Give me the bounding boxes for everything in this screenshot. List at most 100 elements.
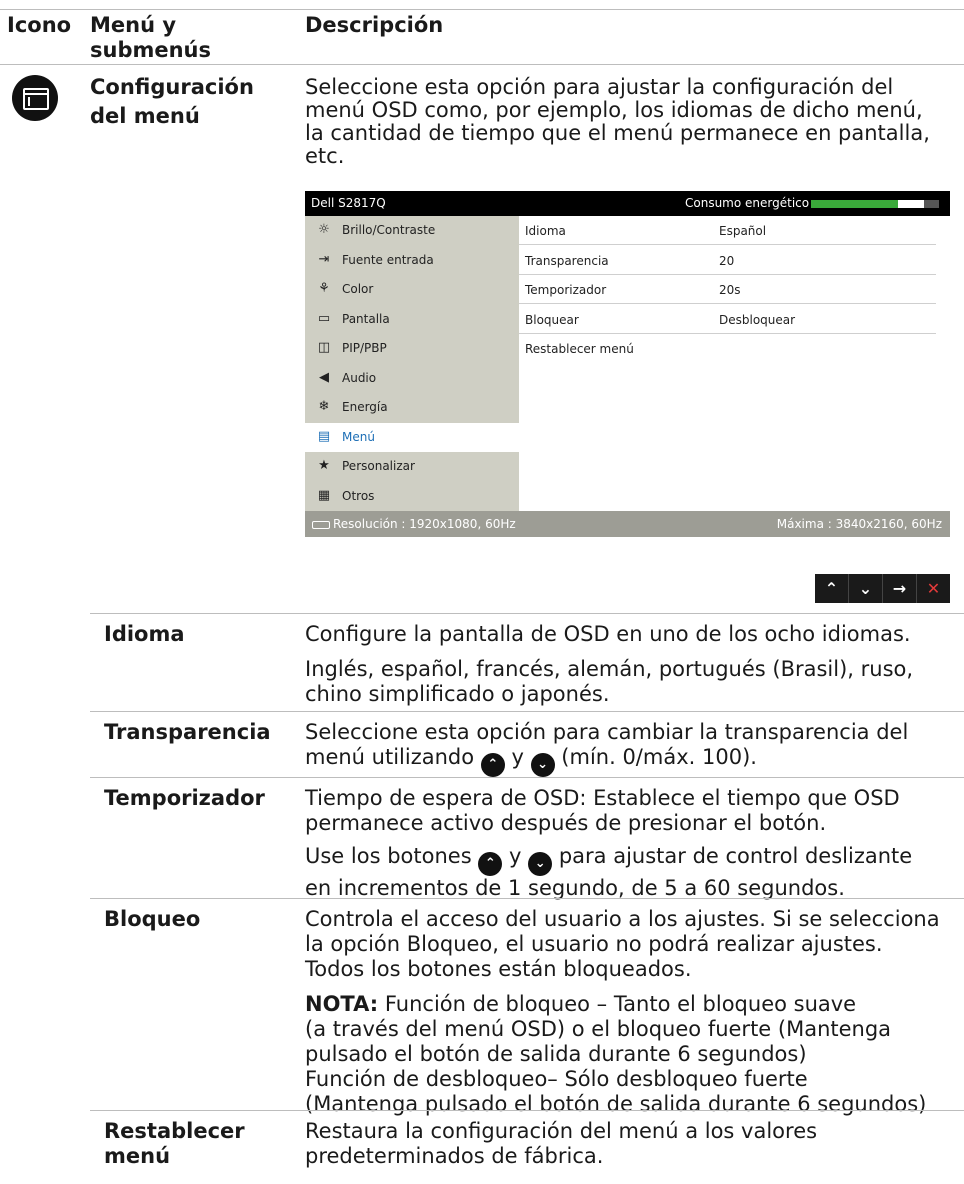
osd-title-bar: Dell S2817Q Consumo energético	[305, 191, 950, 216]
bloqueo-line3: Todos los botones están bloqueados.	[305, 957, 692, 981]
osd-menu-label: Personalizar	[342, 459, 415, 473]
bloqueo-note-line1: NOTA: Función de bloqueo – Tanto el bloq…	[305, 992, 940, 1017]
osd-menu-label: Otros	[342, 488, 375, 503]
osd-menu-label: Audio	[342, 370, 377, 385]
menu-icon: ▤	[317, 428, 331, 444]
col-header-menu-line2: submenús	[90, 38, 212, 62]
osd-menu-list: ☼ Brillo/Contraste ⇥ Fuente entrada ⚘ Color ▭ P…	[305, 216, 519, 511]
osd-menu-label: Brillo/Contraste	[342, 223, 436, 237]
osd-setting-key: Restablecer menú	[525, 342, 634, 356]
main-description: Seleccione esta opción para ajustar la c…	[305, 76, 930, 168]
power-consumption-bar	[811, 200, 939, 208]
brightness-icon: ☼	[318, 222, 330, 237]
osd-menu-item[interactable]: ❄ Energía	[305, 393, 519, 422]
temporizador-line3b: y	[509, 844, 522, 868]
osd-menu-item[interactable]: ⇥ Fuente entrada	[305, 246, 519, 275]
osd-setting-row[interactable]: Idioma Español	[519, 216, 936, 245]
star-icon: ★	[318, 458, 330, 473]
restablecer-line2: predeterminados de fábrica.	[305, 1144, 604, 1168]
osd-menu-item[interactable]: ◫ PIP/PBP	[305, 334, 519, 363]
bloqueo-note-line5: (Mantenga pulsado el botón de salida dur…	[305, 1092, 927, 1116]
restablecer-label-line2: menú	[104, 1144, 171, 1168]
right-arrow-icon[interactable]: →	[883, 574, 917, 603]
row-label-restablecer: Restablecer menú	[104, 1119, 245, 1169]
audio-icon: ◀	[319, 369, 329, 385]
osd-setting-row[interactable]: Transparencia 20	[519, 246, 936, 275]
idioma-line1: Configure la pantalla de OSD en uno de l…	[305, 622, 911, 646]
bloqueo-line2: la opción Bloqueo, el usuario no podrá r…	[305, 932, 883, 956]
row-rule-bloqueo	[90, 898, 964, 899]
temporizador-line3: Use los botones ⌃ y ⌄ para ajustar de co…	[305, 844, 912, 876]
display-icon: ▭	[317, 310, 331, 326]
row-label-bloqueo: Bloqueo	[104, 907, 201, 931]
osd-setting-key: Idioma	[525, 224, 566, 238]
row-label-transparencia: Transparencia	[104, 720, 271, 744]
transparencia-line2: menú utilizando ⌃ y ⌄ (mín. 0/máx. 100).	[305, 745, 908, 777]
note-text1: Función de bloqueo – Tanto el bloqueo su…	[384, 992, 857, 1016]
menu-config-icon	[12, 75, 58, 121]
color-icon: ⚘	[318, 281, 330, 296]
connector-icon	[312, 521, 330, 529]
temporizador-line3a: Use los botones	[305, 844, 472, 868]
energy-icon: ❄	[318, 399, 330, 414]
osd-setting-key: Temporizador	[525, 283, 607, 297]
osd-menu-item[interactable]: ◀ Audio	[305, 364, 519, 393]
close-icon[interactable]: ✕	[917, 574, 950, 603]
up-circle-icon: ⌃	[478, 852, 503, 876]
osd-menu-item[interactable]: ▭ Pantalla	[305, 305, 519, 334]
osd-resolution: Resolución : 1920x1080, 60Hz	[333, 517, 516, 531]
row-rule-temporizador	[90, 777, 964, 778]
bloqueo-line1: Controla el acceso del usuario a los aju…	[305, 907, 940, 931]
transparencia-line1: Seleccione esta opción para cambiar la t…	[305, 720, 909, 744]
top-rule	[0, 9, 964, 10]
osd-menu-label: Menú	[342, 429, 375, 444]
osd-max-resolution: Máxima : 3840x2160, 60Hz	[776, 517, 942, 531]
temporizador-line3c: para ajustar de control deslizante	[558, 844, 913, 868]
osd-footer: Resolución : 1920x1080, 60Hz Máxima : 38…	[305, 511, 950, 537]
main-desc-line4: etc.	[305, 144, 345, 168]
osd-button-strip: ⌃ ⌄ → ✕	[815, 574, 950, 603]
transparencia-line2a: menú utilizando	[305, 745, 475, 769]
row-desc-bloqueo: Controla el acceso del usuario a los aju…	[305, 907, 940, 1117]
osd-menu-item[interactable]: ▤ Menú	[305, 422, 519, 452]
osd-model: Dell S2817Q	[311, 196, 386, 210]
temporizador-line1: Tiempo de espera de OSD: Establece el ti…	[305, 786, 900, 810]
up-icon[interactable]: ⌃	[815, 574, 849, 603]
osd-settings-panel: Idioma Español Transparencia 20 Temporizador…	[519, 216, 950, 511]
osd-setting-row[interactable]: Bloquear Desbloquear	[519, 305, 936, 334]
row-desc-temporizador: Tiempo de espera de OSD: Establece el ti…	[305, 786, 912, 901]
transparencia-line2c: (mín. 0/máx. 100).	[561, 745, 757, 769]
osd-setting-value: 20s	[719, 283, 741, 297]
osd-menu-item[interactable]: ☼ Brillo/Contraste	[305, 216, 519, 245]
down-circle-icon: ⌄	[530, 753, 555, 777]
osd-setting-value: 20	[719, 253, 735, 268]
row-desc-restablecer: Restaura la configuración del menú a los…	[305, 1119, 817, 1169]
osd-setting-row[interactable]: Temporizador 20s	[519, 275, 936, 304]
main-desc-line3: la cantidad de tiempo que el menú perman…	[305, 121, 930, 145]
header-rule	[0, 64, 964, 65]
osd-menu-item[interactable]: ★ Personalizar	[305, 452, 519, 481]
bloqueo-note-line4: Función de desbloqueo– Sólo desbloqueo f…	[305, 1067, 808, 1091]
osd-menu-label: PIP/PBP	[342, 341, 387, 355]
restablecer-line1: Restaura la configuración del menú a los…	[305, 1119, 818, 1143]
restablecer-label-line1: Restablecer	[104, 1119, 245, 1143]
osd-menu-item[interactable]: ⚘ Color	[305, 275, 519, 304]
main-desc-line1: Seleccione esta opción para ajustar la c…	[305, 75, 894, 99]
input-source-icon: ⇥	[318, 251, 330, 267]
temporizador-line2: permanece activo después de presionar el…	[305, 811, 827, 835]
col-header-icon: Icono	[7, 13, 72, 37]
osd-menu-item[interactable]: ▦ Otros	[305, 482, 519, 511]
main-title-line2: del menú	[90, 104, 200, 128]
osd-screenshot: Dell S2817Q Consumo energético ☼ Brillo/C…	[305, 191, 950, 537]
osd-setting-row[interactable]: Restablecer menú	[519, 334, 936, 363]
osd-menu-label: Pantalla	[342, 311, 390, 326]
power-bar-fill	[811, 200, 898, 208]
down-icon[interactable]: ⌄	[849, 574, 883, 603]
bloqueo-note-line2: (a través del menú OSD) o el bloqueo fue…	[305, 1017, 892, 1041]
main-title-line1: Configuración	[90, 75, 254, 99]
idioma-line2: Inglés, español, francés, alemán, portug…	[305, 657, 914, 681]
idioma-line3: chino simplificado o japonés.	[305, 682, 610, 706]
main-title: Configuración del menú	[90, 75, 254, 129]
row-desc-transparencia: Seleccione esta opción para cambiar la t…	[305, 720, 908, 777]
osd-menu-label: Energía	[342, 400, 388, 414]
